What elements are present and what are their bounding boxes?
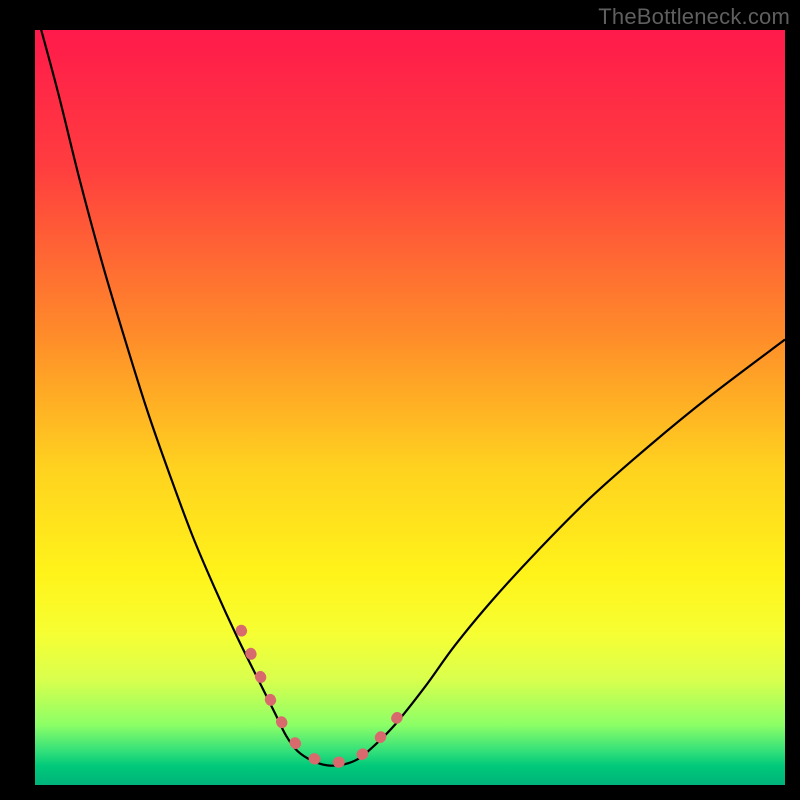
chart-frame: TheBottleneck.com: [0, 0, 800, 800]
gradient-background: [35, 30, 785, 785]
bottleneck-chart: [0, 0, 800, 800]
watermark-text: TheBottleneck.com: [598, 4, 790, 30]
